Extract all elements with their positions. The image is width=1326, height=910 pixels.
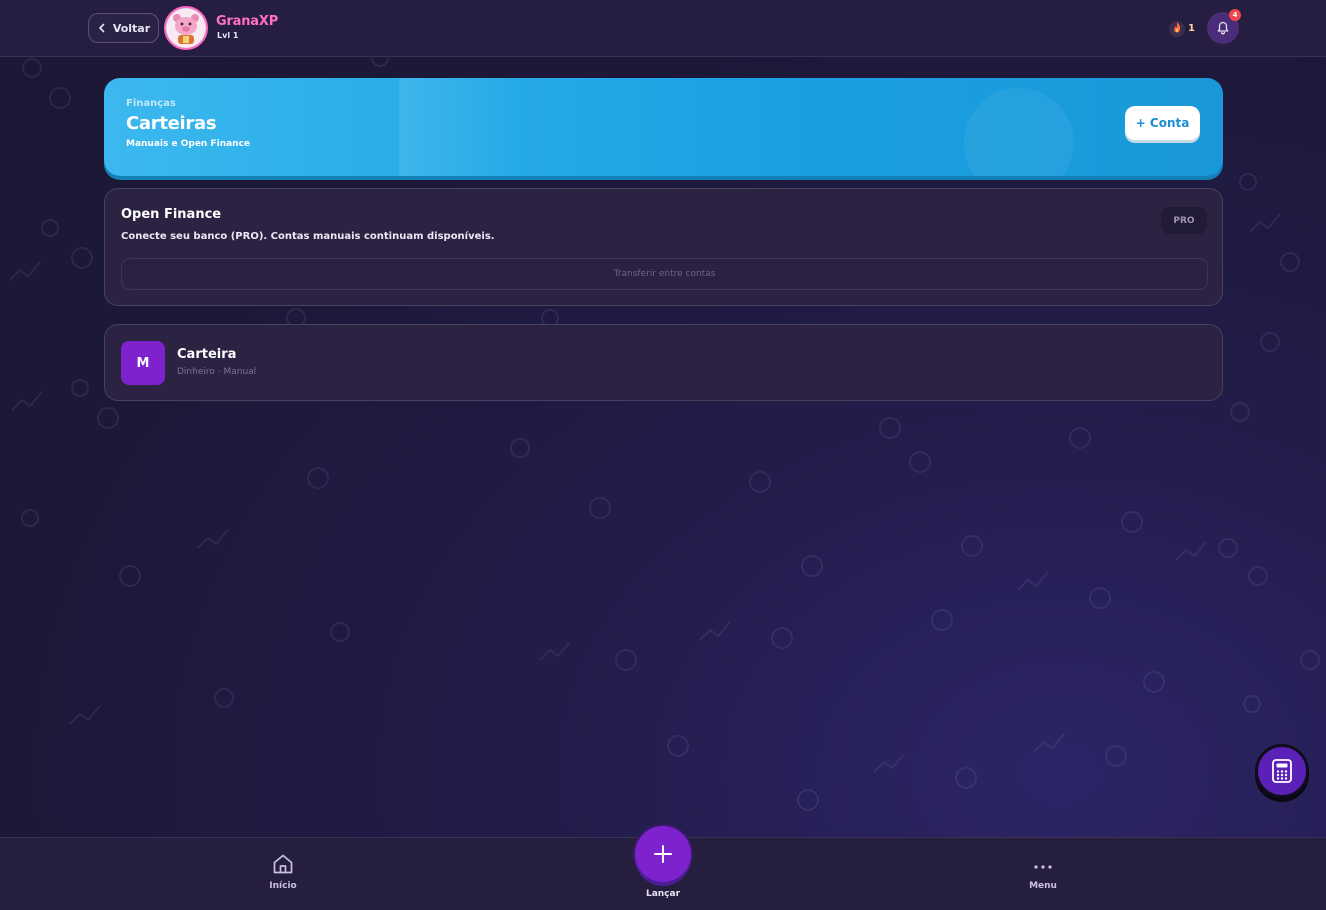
user-level: Lvl 1 xyxy=(217,31,239,40)
launch-button-label: Lançar xyxy=(645,889,681,899)
app-name: GranaXP xyxy=(216,14,279,29)
hero-subtitle: Manuais e Open Finance xyxy=(126,139,251,149)
home-icon xyxy=(273,854,293,874)
page-title: Carteiras xyxy=(126,113,217,134)
wallet-initial-icon: M xyxy=(121,341,165,385)
wallet-list-item[interactable]: M Carteira Dinheiro · Manual xyxy=(104,324,1223,401)
chevron-left-icon xyxy=(99,23,105,33)
calculator-icon xyxy=(1272,759,1292,783)
open-finance-title: Open Finance xyxy=(121,207,222,222)
launch-button[interactable] xyxy=(635,826,691,882)
flame-icon xyxy=(1169,21,1185,37)
wallets-hero-card: Finanças Carteiras Manuais e Open Financ… xyxy=(104,78,1223,176)
nav-menu[interactable]: Menu xyxy=(1003,852,1083,902)
back-button-label: Voltar xyxy=(112,21,151,35)
pro-badge: PRO xyxy=(1161,207,1207,234)
calculator-button[interactable] xyxy=(1255,744,1309,798)
hero-eyebrow: Finanças xyxy=(126,98,176,109)
add-account-button[interactable]: + Conta xyxy=(1125,106,1200,140)
avatar[interactable] xyxy=(164,6,208,50)
notifications-button[interactable]: 4 xyxy=(1207,9,1241,44)
streak-count: 1 xyxy=(1188,22,1195,34)
nav-home[interactable]: Início xyxy=(243,852,323,902)
open-finance-card: Open Finance Conecte seu banco (PRO). Co… xyxy=(104,188,1223,306)
transfer-between-accounts-button[interactable]: Transferir entre contas xyxy=(121,258,1208,290)
more-horizontal-icon xyxy=(1034,865,1052,869)
nav-home-label: Início xyxy=(269,881,297,891)
streak-counter[interactable]: 1 xyxy=(1169,13,1203,43)
pig-mascot-icon xyxy=(166,8,206,48)
notification-badge: 4 xyxy=(1229,9,1241,21)
wallet-name: Carteira xyxy=(177,347,237,362)
wallet-meta: Dinheiro · Manual xyxy=(177,367,257,377)
hero-decoration xyxy=(964,88,1074,176)
top-bar: Voltar GranaXP Lvl 1 1 4 xyxy=(0,0,1326,57)
back-button[interactable]: Voltar xyxy=(88,13,159,43)
bell-icon xyxy=(1217,21,1229,35)
open-finance-description: Conecte seu banco (PRO). Contas manuais … xyxy=(121,231,495,242)
plus-icon xyxy=(654,845,672,863)
nav-menu-label: Menu xyxy=(1029,881,1057,891)
